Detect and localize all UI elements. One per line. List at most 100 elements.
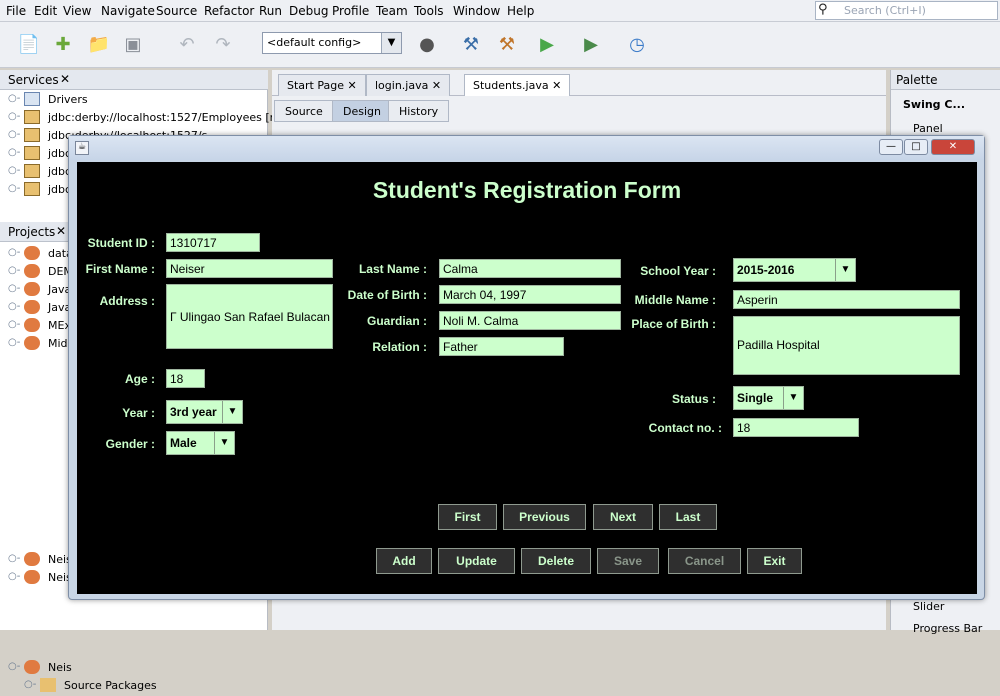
contact-no-field[interactable]: 18 — [733, 418, 859, 437]
guardian-field[interactable]: Noli M. Calma — [439, 311, 621, 330]
tab-start-page[interactable]: Start Page ✕ — [278, 74, 366, 96]
year-value: 3rd year — [170, 405, 217, 419]
label-student-id: Student ID : — [87, 236, 155, 250]
menu-run[interactable]: Run — [259, 4, 282, 18]
project-icon — [24, 300, 40, 314]
school-year-value: 2015-2016 — [737, 263, 795, 277]
clean-build-icon[interactable]: ⚒ — [494, 32, 520, 56]
project-icon — [24, 318, 40, 332]
age-field[interactable]: 18 — [166, 369, 205, 388]
form-panel: Student's Registration Form Student ID :… — [77, 162, 977, 594]
next-button[interactable]: Next — [593, 504, 653, 530]
palette-item[interactable]: Panel — [913, 122, 943, 135]
project-icon — [24, 660, 40, 674]
minimize-button[interactable]: — — [879, 139, 903, 155]
form-title: Student's Registration Form — [372, 177, 682, 203]
save-button[interactable]: Save — [597, 548, 659, 574]
new-project-icon[interactable]: ✚ — [50, 32, 76, 56]
editor-subtabs: Source Design History — [272, 98, 886, 124]
editor-tabs: Start Page ✕ login.java ✕ Students.java … — [272, 70, 886, 96]
project-icon — [24, 570, 40, 584]
database-icon — [24, 128, 40, 142]
services-header: Services ✕ — [0, 70, 268, 90]
build-hammer-icon[interactable]: ⚒ — [458, 32, 484, 56]
chevron-down-icon: ▼ — [783, 387, 803, 409]
palette-item[interactable]: Slider — [913, 600, 944, 613]
menu-file[interactable]: File — [6, 4, 26, 18]
menu-navigate[interactable]: Navigate — [101, 4, 155, 18]
add-button[interactable]: Add — [376, 548, 432, 574]
menu-refactor[interactable]: Refactor — [204, 4, 254, 18]
menu-profile[interactable]: Profile — [332, 4, 369, 18]
close-button[interactable]: ✕ — [931, 139, 975, 155]
first-button[interactable]: First — [438, 504, 497, 530]
close-icon[interactable]: ✕ — [60, 72, 70, 86]
search-placeholder: Search (Ctrl+I) — [844, 4, 926, 17]
menu-debug[interactable]: Debug — [289, 4, 328, 18]
middle-name-field[interactable]: Asperin — [733, 290, 960, 309]
relation-field[interactable]: Father — [439, 337, 564, 356]
last-name-field[interactable]: Calma — [439, 259, 621, 278]
label-status: Status : — [671, 392, 716, 406]
place-of-birth-field[interactable]: Padilla Hospital — [733, 316, 960, 375]
palette-item[interactable]: Progress Bar — [913, 622, 982, 635]
java-icon: ☕ — [75, 141, 89, 155]
close-icon[interactable]: ✕ — [432, 79, 441, 92]
menu-source[interactable]: Source — [156, 4, 197, 18]
exit-button[interactable]: Exit — [747, 548, 802, 574]
menu-tools[interactable]: Tools — [414, 4, 444, 18]
services-title: Services — [8, 73, 59, 87]
search-box[interactable]: ⚲ Search (Ctrl+I) — [815, 1, 998, 20]
date-of-birth-field[interactable]: March 04, 1997 — [439, 285, 621, 304]
label-middle-name: Middle Name : — [634, 293, 716, 307]
toolbar: 📄 ✚ 📁 ▣ ↶ ↷ <default config> ▼ ● ⚒ ⚒ ▶ ▶… — [0, 22, 1000, 68]
package-icon — [40, 678, 56, 692]
delete-button[interactable]: Delete — [521, 548, 591, 574]
redo-icon[interactable]: ↷ — [210, 32, 236, 56]
gender-value: Male — [170, 436, 197, 450]
open-project-icon[interactable]: 📁 — [86, 32, 112, 56]
student-id-field[interactable]: 1310717 — [166, 233, 260, 252]
close-icon[interactable]: ✕ — [56, 224, 66, 238]
close-icon[interactable]: ✕ — [348, 79, 357, 92]
config-value: <default config> — [267, 36, 362, 49]
last-button[interactable]: Last — [659, 504, 717, 530]
previous-button[interactable]: Previous — [503, 504, 586, 530]
chevron-down-icon: ▼ — [222, 401, 242, 423]
cancel-button[interactable]: Cancel — [668, 548, 741, 574]
profile-icon[interactable]: ◷ — [624, 32, 650, 56]
maximize-button[interactable]: □ — [904, 139, 928, 155]
debug-icon[interactable]: ▶ — [578, 32, 604, 56]
update-button[interactable]: Update — [438, 548, 515, 574]
folder-icon — [24, 92, 40, 106]
tab-design[interactable]: Design — [332, 100, 392, 122]
menu-view[interactable]: View — [63, 4, 91, 18]
undo-icon[interactable]: ↶ — [174, 32, 200, 56]
gender-select[interactable]: Male ▼ — [166, 431, 235, 455]
save-all-icon[interactable]: ▣ — [120, 32, 146, 56]
menu-help[interactable]: Help — [507, 4, 534, 18]
menu-window[interactable]: Window — [453, 4, 500, 18]
palette-category[interactable]: Swing C... — [903, 98, 965, 111]
project-icon — [24, 336, 40, 350]
tab-history[interactable]: History — [388, 100, 450, 122]
run-icon[interactable]: ▶ — [534, 32, 560, 56]
status-select[interactable]: Single ▼ — [733, 386, 804, 410]
menu-edit[interactable]: Edit — [34, 4, 57, 18]
close-icon[interactable]: ✕ — [552, 79, 561, 92]
new-file-icon[interactable]: 📄 — [16, 32, 42, 56]
globe-icon[interactable]: ● — [414, 32, 440, 56]
label-first-name: First Name : — [85, 262, 155, 276]
registration-dialog: ☕ — □ ✕ Student's Registration Form Stud… — [68, 135, 985, 600]
tab-students-java[interactable]: Students.java ✕ — [464, 74, 571, 96]
menu-team[interactable]: Team — [376, 4, 408, 18]
school-year-select[interactable]: 2015-2016 ▼ — [733, 258, 856, 282]
label-place-of-birth: Place of Birth : — [631, 317, 716, 331]
config-select[interactable]: <default config> ▼ — [262, 32, 402, 54]
project-icon — [24, 552, 40, 566]
tab-login-java[interactable]: login.java ✕ — [366, 74, 451, 96]
tab-source[interactable]: Source — [274, 100, 334, 122]
year-select[interactable]: 3rd year ▼ — [166, 400, 243, 424]
label-date-of-birth: Date of Birth : — [347, 288, 427, 302]
project-icon — [24, 282, 40, 296]
